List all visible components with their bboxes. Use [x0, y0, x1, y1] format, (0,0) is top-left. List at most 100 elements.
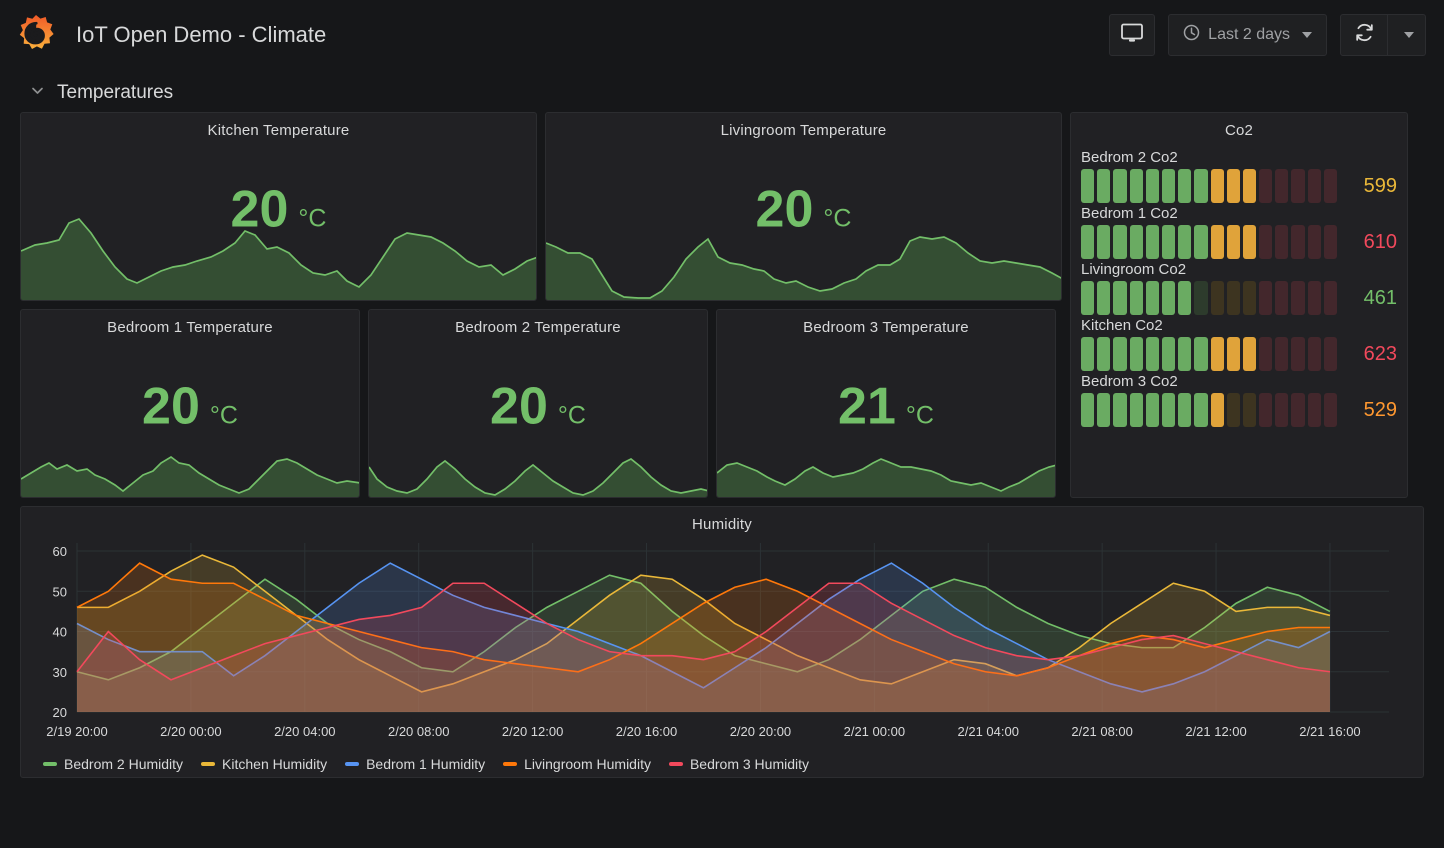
gauge-cells	[1081, 169, 1337, 203]
y-axis-tick: 40	[53, 625, 67, 640]
legend-item[interactable]: Livingroom Humidity	[503, 756, 651, 772]
gauge-cells	[1081, 337, 1337, 371]
chart-legend: Bedrom 2 Humidity Kitchen Humidity Bedrom …	[21, 748, 1423, 777]
legend-color-swatch	[43, 762, 57, 766]
gauge-cell	[1081, 169, 1095, 203]
panel-livingroom-temperature[interactable]: Livingroom Temperature 20 °C	[545, 112, 1062, 301]
panel-bedroom-1-temperature[interactable]: Bedroom 1 Temperature 20 °C	[20, 309, 360, 498]
gauge-row: Livingroom Co2 461	[1081, 261, 1397, 315]
gauge-value: 599	[1363, 174, 1397, 197]
x-axis-tick: 2/20 16:00	[616, 724, 677, 739]
gauge-cell	[1226, 169, 1240, 203]
gauge-cell	[1323, 225, 1337, 259]
gauge-cell	[1178, 281, 1192, 315]
panel-row-2: Bedroom 1 Temperature 20 °C Bedroom 2 Te…	[20, 309, 1078, 498]
panel-humidity[interactable]: Humidity 20 30 40 50 60 2/19 20:00 2/20 00:00 2…	[20, 506, 1424, 778]
kiosk-mode-button[interactable]	[1109, 14, 1156, 56]
gauge-cell	[1226, 281, 1240, 315]
gauge-cell	[1097, 337, 1111, 371]
panel-kitchen-temperature[interactable]: Kitchen Temperature 20 °C	[20, 112, 537, 301]
gauge-cell	[1097, 393, 1111, 427]
gauge-cell	[1275, 281, 1289, 315]
gauge-cell	[1081, 281, 1095, 315]
panel-bedroom-3-temperature[interactable]: Bedroom 3 Temperature 21 °C	[716, 309, 1056, 498]
refresh-interval-dropdown[interactable]	[1387, 15, 1425, 55]
gauge-cell	[1097, 169, 1111, 203]
y-axis-tick: 50	[53, 584, 67, 599]
gauge-cell	[1242, 393, 1257, 427]
gauge-track: 599	[1081, 169, 1397, 203]
sparkline	[717, 458, 1055, 497]
gauge-cell	[1323, 281, 1337, 315]
y-axis-tick: 20	[53, 705, 67, 720]
panel-title: Bedroom 1 Temperature	[107, 319, 273, 336]
gauge-cell	[1161, 393, 1176, 427]
stat-number: 20	[142, 377, 200, 436]
gauge-cell	[1259, 169, 1273, 203]
x-axis-tick: 2/20 08:00	[388, 724, 449, 739]
gauge-cell	[1129, 337, 1143, 371]
gauge-cell	[1307, 337, 1321, 371]
gauge-cell	[1161, 337, 1176, 371]
dashboard-title: IoT Open Demo - Climate	[76, 22, 327, 47]
gauge-cell	[1307, 281, 1321, 315]
gauge-cell	[1226, 225, 1240, 259]
gauge-value: 610	[1363, 230, 1397, 253]
brand: IoT Open Demo - Climate	[14, 13, 326, 57]
stat-value: 20 °C	[21, 183, 536, 235]
x-axis-tick: 2/19 20:00	[46, 724, 107, 739]
gauge-cell	[1145, 169, 1159, 203]
x-axis-tick: 2/21 00:00	[844, 724, 905, 739]
gauge-row: Bedrom 1 Co2 610	[1081, 205, 1397, 259]
navbar-actions: Last 2 days	[1109, 14, 1426, 56]
panel-co2[interactable]: Co2 Bedrom 2 Co2 599 Bedrom 1 Co2 610 Li…	[1070, 112, 1408, 498]
gauge-track: 610	[1081, 225, 1397, 259]
grafana-logo-icon[interactable]	[14, 13, 58, 57]
gauge-cell	[1178, 225, 1192, 259]
gauge-cell	[1323, 337, 1337, 371]
gauge-cell	[1129, 393, 1143, 427]
gauge-cell	[1145, 337, 1159, 371]
legend-item[interactable]: Bedrom 1 Humidity	[345, 756, 485, 772]
gauge-cell	[1307, 393, 1321, 427]
stat-unit: °C	[209, 401, 238, 430]
gauge-cell	[1178, 169, 1192, 203]
legend-item[interactable]: Bedrom 2 Humidity	[43, 756, 183, 772]
legend-label: Kitchen Humidity	[222, 756, 328, 772]
gauge-cell	[1275, 337, 1289, 371]
refresh-controls	[1340, 14, 1426, 56]
chevron-down-icon	[30, 83, 45, 103]
y-axis-tick: 60	[53, 544, 67, 559]
x-axis-tick: 2/20 04:00	[274, 724, 335, 739]
gauge-cell	[1097, 225, 1111, 259]
gauge-cell	[1145, 281, 1159, 315]
dashboard-row-temperatures[interactable]: Temperatures	[0, 74, 1444, 112]
stat-unit: °C	[823, 204, 852, 233]
gauge-cell	[1145, 225, 1159, 259]
chevron-down-icon	[1403, 32, 1414, 38]
legend-label: Bedrom 2 Humidity	[64, 756, 184, 772]
time-range-picker[interactable]: Last 2 days	[1168, 14, 1327, 56]
gauge-cell	[1259, 225, 1273, 259]
panel-bedroom-2-temperature[interactable]: Bedroom 2 Temperature 20 °C	[368, 309, 708, 498]
gauge-cell	[1113, 281, 1127, 315]
gauge-cell	[1291, 337, 1305, 371]
refresh-button[interactable]	[1341, 15, 1387, 55]
legend-item[interactable]: Bedrom 3 Humidity	[668, 756, 809, 772]
x-axis-tick: 2/21 12:00	[1185, 724, 1246, 739]
gauge-cell	[1275, 169, 1289, 203]
gauge-label: Kitchen Co2	[1081, 317, 1163, 334]
gauge-cell	[1259, 281, 1273, 315]
sparkline	[21, 455, 359, 497]
x-axis-tick: 2/21 16:00	[1299, 724, 1360, 739]
legend-item[interactable]: Kitchen Humidity	[201, 756, 327, 772]
gauge-cell	[1194, 393, 1208, 427]
gauge-value: 461	[1363, 286, 1397, 309]
gauge-cell	[1194, 281, 1208, 315]
row-title: Temperatures	[57, 82, 174, 103]
gauge-label: Bedrom 2 Co2	[1081, 149, 1178, 166]
stat-number: 20	[230, 180, 289, 239]
panel-title: Humidity	[692, 516, 752, 533]
x-axis-tick: 2/21 08:00	[1071, 724, 1132, 739]
gauge-cell	[1323, 169, 1337, 203]
